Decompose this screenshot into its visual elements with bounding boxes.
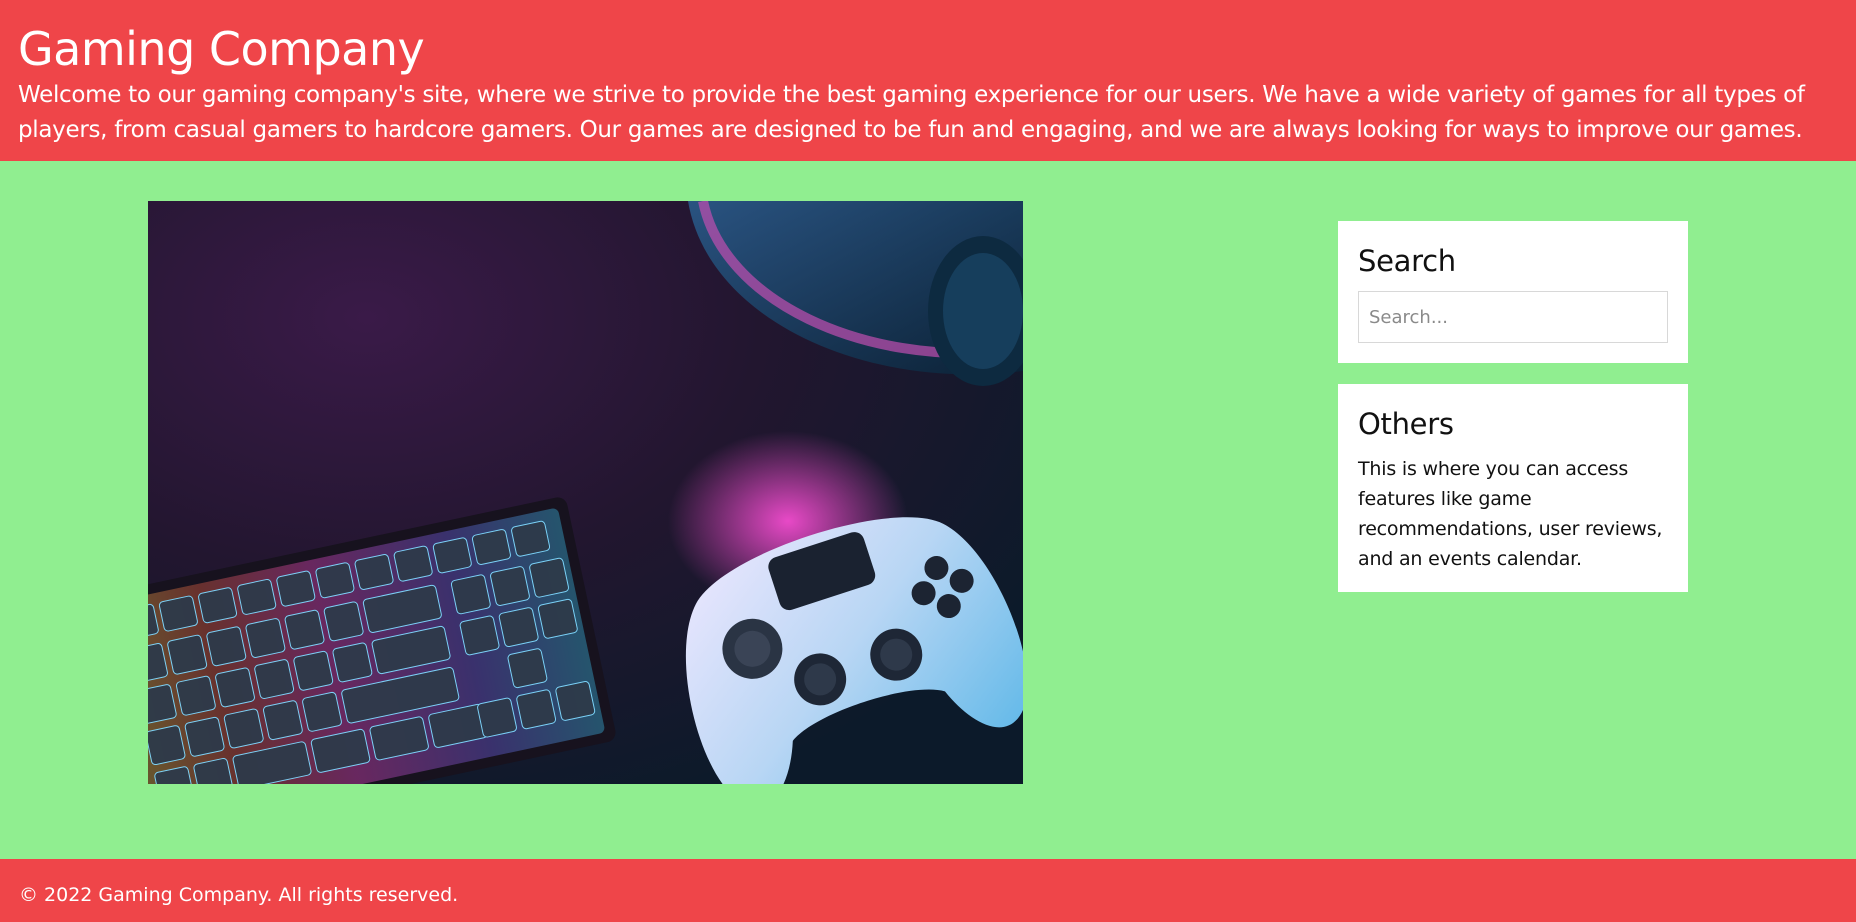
others-widget-title: Others bbox=[1358, 407, 1454, 441]
site-intro: Welcome to our gaming company's site, wh… bbox=[18, 82, 1805, 143]
search-widget-title: Search bbox=[1358, 244, 1456, 278]
hero-image bbox=[148, 201, 1023, 784]
site-title: Gaming Company bbox=[18, 22, 425, 76]
gaming-setup-illustration bbox=[148, 201, 1023, 784]
search-input[interactable] bbox=[1358, 291, 1668, 343]
others-widget-text: This is where you can access features li… bbox=[1358, 458, 1663, 570]
site-header: Gaming Company Welcome to our gaming com… bbox=[0, 0, 1856, 161]
search-widget: Search bbox=[1338, 221, 1688, 363]
site-footer: © 2022 Gaming Company. All rights reserv… bbox=[0, 859, 1856, 922]
others-widget: Others This is where you can access feat… bbox=[1338, 384, 1688, 592]
copyright-text: © 2022 Gaming Company. All rights reserv… bbox=[19, 884, 459, 906]
